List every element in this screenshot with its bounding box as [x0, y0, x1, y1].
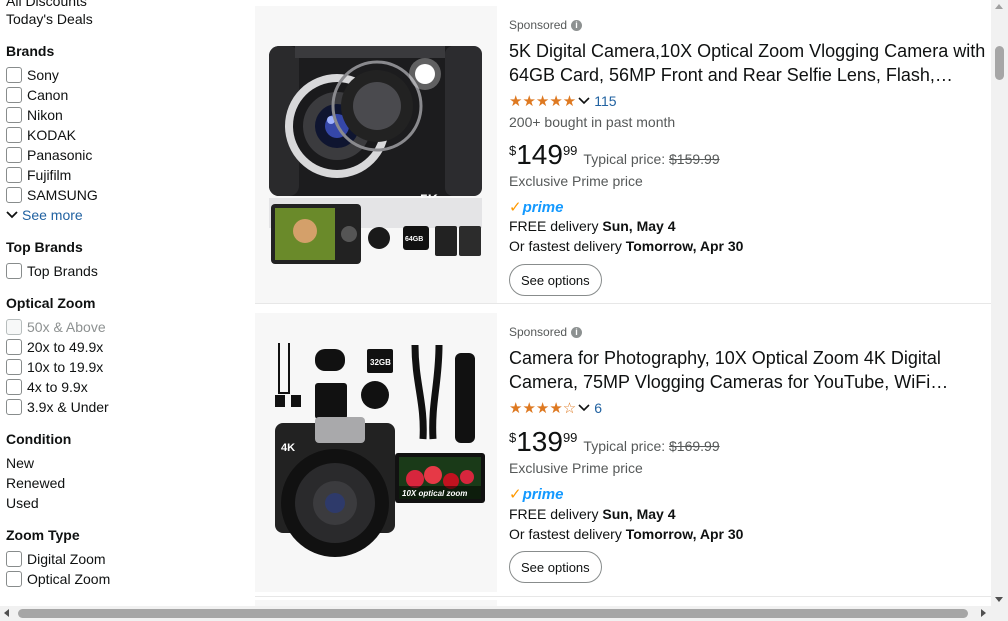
- scroll-down-arrow-icon[interactable]: [995, 597, 1003, 602]
- product-title[interactable]: Camera for Photography, 10X Optical Zoom…: [509, 346, 989, 394]
- camera-image: 5K 2K 64GB: [255, 6, 497, 303]
- product-card: 5K 2K 64GB Sponsored i 5K Digital Camera…: [255, 6, 991, 303]
- vertical-scrollbar[interactable]: [991, 0, 1008, 606]
- condition-new-link[interactable]: New: [6, 455, 34, 471]
- price[interactable]: $ 139 99 Typical price: $169.99: [509, 427, 720, 457]
- vertical-scroll-thumb[interactable]: [995, 46, 1004, 80]
- checkbox[interactable]: [6, 379, 22, 395]
- brand-filter-canon[interactable]: Canon: [6, 86, 68, 104]
- checkbox[interactable]: [6, 339, 22, 355]
- horizontal-scroll-thumb[interactable]: [18, 609, 968, 618]
- product-image[interactable]: 32GB 4K 10X optical zoom: [255, 313, 497, 592]
- price[interactable]: $ 149 99 Typical price: $159.99: [509, 140, 720, 170]
- brand-filter-sony[interactable]: Sony: [6, 66, 59, 84]
- review-count-link[interactable]: 6: [594, 400, 602, 416]
- zoom-filter-4x-9x[interactable]: 4x to 9.9x: [6, 378, 88, 396]
- filter-sidebar: All Discounts Today's Deals Brands Sony …: [0, 0, 250, 606]
- scroll-right-arrow-icon[interactable]: [981, 609, 986, 617]
- prime-logo: ✓ prime: [509, 198, 564, 217]
- checkbox[interactable]: [6, 187, 22, 203]
- checkbox[interactable]: [6, 263, 22, 279]
- todays-deals-link[interactable]: Today's Deals: [6, 11, 93, 27]
- info-icon[interactable]: i: [571, 19, 583, 31]
- star-rating-icon: ★★★★★: [509, 93, 577, 110]
- checkbox[interactable]: [6, 87, 22, 103]
- chevron-down-icon: [6, 211, 18, 219]
- fastest-delivery: Or fastest delivery Tomorrow, Apr 30: [509, 526, 744, 542]
- top-brands-heading: Top Brands: [6, 239, 83, 255]
- free-delivery: FREE delivery Sun, May 4: [509, 506, 676, 522]
- divider: [255, 596, 991, 597]
- svg-text:4K: 4K: [281, 442, 295, 454]
- zoom-filter-50x-above[interactable]: 50x & Above: [6, 318, 106, 336]
- top-brands-filter[interactable]: Top Brands: [6, 262, 98, 280]
- review-count-link[interactable]: 115: [594, 93, 616, 109]
- typical-price: Typical price: $159.99: [583, 151, 720, 167]
- zoom-filter-20x-49x[interactable]: 20x to 49.9x: [6, 338, 103, 356]
- checkbox[interactable]: [6, 147, 22, 163]
- horizontal-scrollbar[interactable]: [0, 606, 1008, 621]
- info-icon[interactable]: i: [571, 326, 583, 338]
- brand-filter-fujifilm[interactable]: Fujifilm: [6, 166, 71, 184]
- checkbox[interactable]: [6, 67, 22, 83]
- zoom-filter-3x-under[interactable]: 3.9x & Under: [6, 398, 109, 416]
- sponsored-label[interactable]: Sponsored i: [509, 325, 583, 339]
- see-options-button[interactable]: See options: [509, 551, 602, 583]
- see-more-brands-link[interactable]: See more: [6, 207, 83, 223]
- checkbox[interactable]: [6, 127, 22, 143]
- sponsored-label[interactable]: Sponsored i: [509, 18, 583, 32]
- exclusive-prime-label: Exclusive Prime price: [509, 173, 643, 189]
- chevron-down-icon[interactable]: [578, 96, 590, 106]
- brands-heading: Brands: [6, 43, 55, 59]
- all-discounts-link[interactable]: All Discounts: [6, 0, 87, 9]
- condition-used-link[interactable]: Used: [6, 495, 39, 511]
- checkbox[interactable]: [6, 571, 22, 587]
- scroll-left-arrow-icon[interactable]: [4, 609, 9, 617]
- checkbox[interactable]: [6, 107, 22, 123]
- checkbox[interactable]: [6, 551, 22, 567]
- exclusive-prime-label: Exclusive Prime price: [509, 460, 643, 476]
- svg-text:32GB: 32GB: [370, 358, 391, 367]
- scroll-up-arrow-icon[interactable]: [995, 4, 1003, 9]
- fastest-delivery: Or fastest delivery Tomorrow, Apr 30: [509, 238, 744, 254]
- checkbox[interactable]: [6, 399, 22, 415]
- free-delivery: FREE delivery Sun, May 4: [509, 218, 676, 234]
- brand-filter-samsung[interactable]: SAMSUNG: [6, 186, 98, 204]
- prime-logo: ✓ prime: [509, 485, 564, 504]
- typical-price: Typical price: $169.99: [583, 438, 720, 454]
- svg-text:10X optical zoom: 10X optical zoom: [402, 489, 467, 498]
- prime-check-icon: ✓: [509, 486, 522, 503]
- star-rating-icon: ★★★★☆: [509, 400, 577, 417]
- brand-filter-kodak[interactable]: KODAK: [6, 126, 76, 144]
- see-options-button[interactable]: See options: [509, 264, 602, 296]
- checkbox[interactable]: [6, 319, 22, 335]
- rating[interactable]: ★★★★★ 115: [509, 92, 617, 110]
- checkbox[interactable]: [6, 167, 22, 183]
- chevron-down-icon[interactable]: [578, 403, 590, 413]
- divider: [255, 303, 991, 304]
- zoom-filter-10x-19x[interactable]: 10x to 19.9x: [6, 358, 103, 376]
- brand-filter-panasonic[interactable]: Panasonic: [6, 146, 92, 164]
- checkbox[interactable]: [6, 359, 22, 375]
- zoom-type-optical[interactable]: Optical Zoom: [6, 570, 110, 588]
- svg-text:64GB: 64GB: [405, 236, 423, 243]
- optical-zoom-heading: Optical Zoom: [6, 295, 96, 311]
- brand-filter-nikon[interactable]: Nikon: [6, 106, 63, 124]
- product-image[interactable]: 5K 2K 64GB: [255, 6, 497, 303]
- condition-heading: Condition: [6, 431, 72, 447]
- bought-count: 200+ bought in past month: [509, 114, 676, 130]
- product-title[interactable]: 5K Digital Camera,10X Optical Zoom Vlogg…: [509, 39, 989, 87]
- zoom-type-digital[interactable]: Digital Zoom: [6, 550, 106, 568]
- zoom-type-heading: Zoom Type: [6, 527, 80, 543]
- prime-check-icon: ✓: [509, 199, 522, 216]
- product-card: 32GB 4K 10X optical zoom Sponsored i Cam…: [255, 313, 991, 592]
- rating[interactable]: ★★★★☆ 6: [509, 399, 602, 417]
- camera-image: 32GB 4K 10X optical zoom: [255, 313, 497, 592]
- condition-renewed-link[interactable]: Renewed: [6, 475, 65, 491]
